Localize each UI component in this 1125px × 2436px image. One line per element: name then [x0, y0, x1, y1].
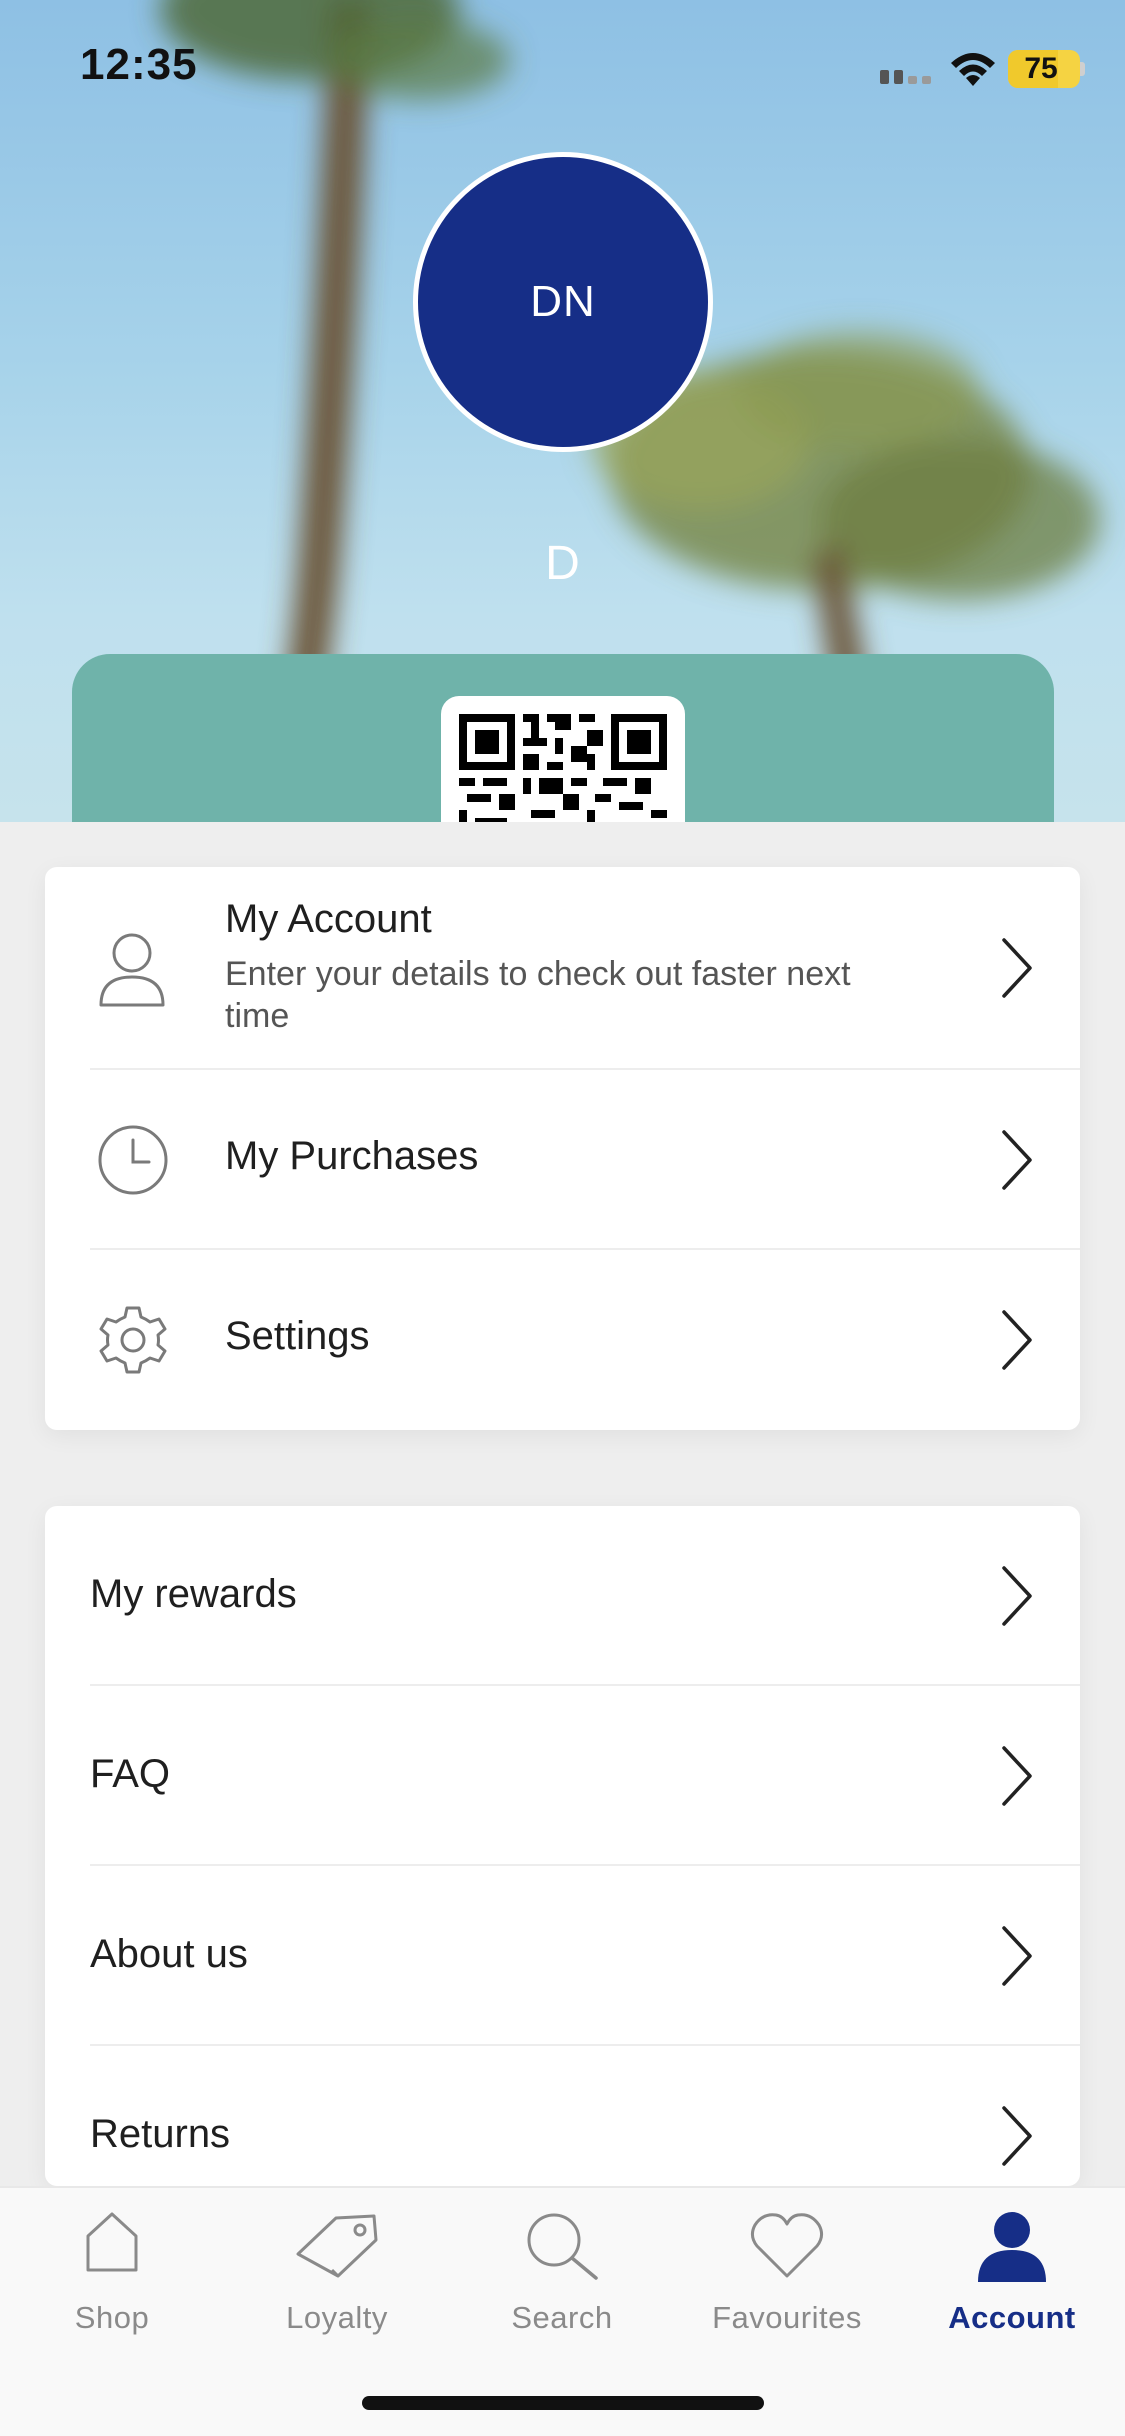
avatar[interactable]: DN	[413, 152, 713, 452]
menu-item-title: FAQ	[90, 1752, 171, 1796]
chevron-right-icon	[1002, 1926, 1032, 1986]
tab-label: Loyalty	[286, 2300, 388, 2335]
wifi-icon	[951, 53, 995, 86]
status-bar: 12:35 75	[0, 0, 1125, 140]
gear-icon	[99, 1306, 167, 1374]
heart-icon	[750, 2213, 824, 2278]
chevron-right-icon	[1002, 1746, 1032, 1806]
tag-icon	[296, 2214, 378, 2278]
menu-item-title: My rewards	[90, 1572, 297, 1616]
avatar-initials: DN	[530, 277, 596, 326]
tab-label: Account	[948, 2300, 1076, 2335]
loyalty-qr-code[interactable]	[441, 696, 685, 822]
tab-label: Shop	[74, 2300, 150, 2335]
tab-search[interactable]: Search	[462, 2210, 662, 2340]
user-icon	[99, 933, 165, 1007]
tab-loyalty[interactable]: Loyalty	[237, 2210, 437, 2340]
cellular-signal-icon	[880, 70, 931, 84]
menu-item-subtitle: Enter your details to check out faster n…	[225, 955, 851, 1035]
profile-name: D	[545, 537, 580, 590]
menu-item-my-purchases[interactable]: My Purchases	[45, 1070, 1080, 1250]
tab-label: Search	[511, 2300, 613, 2335]
account-menu-card: My Account Enter your details to check o…	[45, 867, 1080, 1430]
menu-item-my-account[interactable]: My Account Enter your details to check o…	[45, 867, 1080, 1070]
menu-item-title: My Purchases	[225, 1134, 479, 1178]
tab-label: Favourites	[712, 2300, 862, 2335]
menu-item-faq[interactable]: FAQ	[45, 1686, 1080, 1866]
tab-favourites[interactable]: Favourites	[687, 2210, 887, 2340]
menu-item-title: Returns	[90, 2112, 231, 2156]
chevron-right-icon	[1002, 1130, 1032, 1190]
chevron-right-icon	[1002, 1310, 1032, 1370]
profile-header: 12:35 75 DN D	[0, 0, 1125, 822]
clock-icon	[98, 1125, 168, 1195]
chevron-right-icon	[1002, 2106, 1032, 2166]
menu-item-about-us[interactable]: About us	[45, 1866, 1080, 2046]
battery-tip	[1080, 62, 1085, 76]
search-icon	[527, 2213, 598, 2280]
menu-item-title: Settings	[225, 1314, 370, 1358]
menu-item-title: About us	[90, 1932, 248, 1976]
home-indicator	[362, 2396, 764, 2410]
info-menu-card: My rewards FAQ About us Returns	[45, 1506, 1080, 2186]
menu-item-settings[interactable]: Settings	[45, 1250, 1080, 1430]
battery-percent: 75	[1024, 52, 1058, 85]
home-icon	[86, 2212, 138, 2272]
menu-item-my-rewards[interactable]: My rewards	[45, 1506, 1080, 1686]
chevron-right-icon	[1002, 1566, 1032, 1626]
tab-shop[interactable]: Shop	[12, 2210, 212, 2340]
menu-item-title: My Account	[225, 897, 432, 941]
battery-charging-icon: 75	[1008, 50, 1080, 88]
chevron-right-icon	[1002, 938, 1032, 998]
status-time: 12:35	[80, 40, 198, 89]
qr-code-icon	[459, 714, 667, 822]
menu-item-returns[interactable]: Returns	[45, 2046, 1080, 2186]
tab-account[interactable]: Account	[912, 2210, 1112, 2340]
person-icon	[978, 2212, 1046, 2282]
